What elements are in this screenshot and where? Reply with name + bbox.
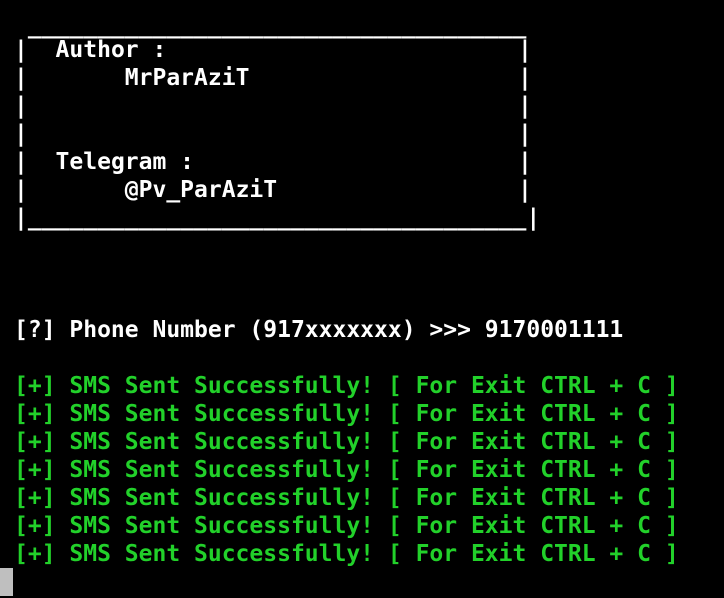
banner-row-author-value: | MrParAziT xyxy=(14,64,249,92)
banner-row-telegram-value: | @Pv_ParAziT xyxy=(14,176,277,204)
banner-right-bar: | xyxy=(518,121,532,147)
sms-success-message: [+] SMS Sent Successfully! [ For Exit CT… xyxy=(14,457,679,483)
telegram-value: @Pv_ParAziT xyxy=(27,177,278,203)
sms-success-message: [+] SMS Sent Successfully! [ For Exit CT… xyxy=(14,541,679,567)
banner-right-bar: | xyxy=(518,65,532,91)
sms-success-message: [+] SMS Sent Successfully! [ For Exit CT… xyxy=(14,513,679,539)
sms-success-message: [+] SMS Sent Successfully! [ For Exit CT… xyxy=(14,373,679,399)
banner-row-author-label: | Author : xyxy=(14,36,166,64)
banner-left-bar: | xyxy=(14,93,28,119)
author-value: MrParAziT xyxy=(27,65,250,91)
banner-left-bar: | xyxy=(14,177,28,203)
banner-row-telegram-label: | Telegram : xyxy=(14,148,194,176)
telegram-label: Telegram : xyxy=(27,149,195,175)
banner-right-bar: | xyxy=(518,177,532,203)
banner-right-bar: | xyxy=(518,37,532,63)
banner-right-bar: | xyxy=(518,149,532,175)
banner-left-bar: | xyxy=(14,65,28,91)
banner-bottom-border: |____________________________________| xyxy=(14,205,541,231)
sms-success-message: [+] SMS Sent Successfully! [ For Exit CT… xyxy=(14,485,679,511)
banner-left-bar: | xyxy=(14,37,28,63)
block-cursor-icon[interactable] xyxy=(0,568,13,596)
phone-number-prompt: [?] Phone Number (917xxxxxxx) >>> 917000… xyxy=(14,317,624,343)
sms-success-message: [+] SMS Sent Successfully! [ For Exit CT… xyxy=(14,401,679,427)
banner-right-bar: | xyxy=(518,93,532,119)
sms-success-message: [+] SMS Sent Successfully! [ For Exit CT… xyxy=(14,429,679,455)
banner-left-bar: | xyxy=(14,149,28,175)
banner-left-bar: | xyxy=(14,121,28,147)
author-label: Author : xyxy=(27,37,167,63)
